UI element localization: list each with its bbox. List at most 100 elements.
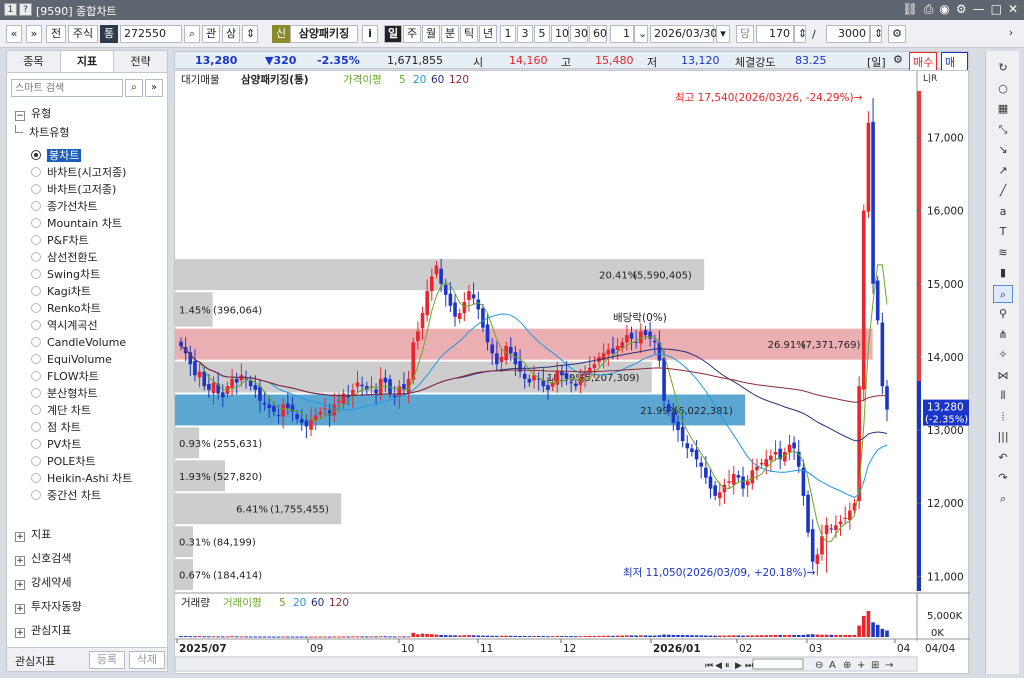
count-stepper-icon[interactable]: ⇕ xyxy=(794,25,807,43)
radio-icon[interactable] xyxy=(31,201,41,211)
bars-icon[interactable]: ⦀ xyxy=(993,387,1013,405)
radio-icon[interactable] xyxy=(31,303,41,313)
chart-type-option[interactable]: 바차트(고저종) xyxy=(31,181,165,198)
zoom-control-icon[interactable]: ⊕ xyxy=(843,660,851,671)
tab-strategy[interactable]: 전략 xyxy=(114,51,168,72)
trend-icon[interactable]: ⤡ xyxy=(993,121,1013,139)
refresh-icon[interactable]: ↻ xyxy=(993,59,1013,77)
pattern-icon[interactable]: ≋ xyxy=(993,244,1013,262)
help-icon[interactable]: ? xyxy=(19,3,32,16)
radio-icon[interactable] xyxy=(31,252,41,262)
minimize-icon[interactable]: — xyxy=(973,2,985,17)
chart-type-option[interactable]: P&F차트 xyxy=(31,232,165,249)
arrow-line-icon[interactable]: ↘ xyxy=(993,141,1013,159)
chart-type-option[interactable]: POLE차트 xyxy=(31,453,165,470)
subgroup-chart-type[interactable]: 차트유형 xyxy=(7,123,167,143)
radio-icon[interactable] xyxy=(31,422,41,432)
search-icon[interactable]: ⌕ xyxy=(184,25,200,43)
ray-icon[interactable]: ↗ xyxy=(993,162,1013,180)
info-button[interactable]: i xyxy=(362,25,378,43)
radio-icon[interactable] xyxy=(31,354,41,364)
circle-icon[interactable]: ○ xyxy=(993,80,1013,98)
count-input[interactable]: 170 xyxy=(756,25,794,43)
expand-icon[interactable]: + xyxy=(15,556,25,566)
zoom-control-icon[interactable]: A xyxy=(829,660,836,671)
zoom-control-icon[interactable]: ⊞ xyxy=(871,660,879,671)
period-day-tab[interactable]: 일 xyxy=(384,25,402,43)
radio-icon[interactable] xyxy=(31,150,41,160)
gear-icon[interactable]: ⚙ xyxy=(888,25,906,43)
line-icon[interactable]: ╱ xyxy=(993,182,1013,200)
market-all-button[interactable]: 전 xyxy=(46,25,66,43)
expand-icon[interactable]: + xyxy=(15,532,25,542)
radio-icon[interactable] xyxy=(31,167,41,177)
chart-type-option[interactable]: 중간선 차트 xyxy=(31,487,165,504)
minute-3-button[interactable]: 3 xyxy=(517,25,533,43)
zoom-control-icon[interactable]: → xyxy=(885,660,893,671)
playback-control-icon[interactable]: ⏸ xyxy=(725,661,730,671)
chart-icon[interactable]: ▦ xyxy=(993,100,1013,118)
chart-type-option[interactable]: 삼선전환도 xyxy=(31,249,165,266)
tab-indicators[interactable]: 지표 xyxy=(60,51,115,72)
chart-type-option[interactable]: Renko차트 xyxy=(31,300,165,317)
minute-1-button[interactable]: 1 xyxy=(500,25,516,43)
sang-button[interactable]: 상 xyxy=(222,25,240,43)
chart-type-option[interactable]: 점 차트 xyxy=(31,419,165,436)
playback-control-icon[interactable]: ⏭ xyxy=(745,661,753,671)
collapse-icon[interactable]: − xyxy=(15,111,25,121)
magnify-icon[interactable]: ⌕ xyxy=(993,490,1013,508)
chart-type-option[interactable]: EquiVolume xyxy=(31,351,165,368)
redo-icon[interactable]: ↷ xyxy=(993,469,1013,487)
chart-type-option[interactable]: CandleVolume xyxy=(31,334,165,351)
chart-type-option[interactable]: 역시계곡선 xyxy=(31,317,165,334)
section-header[interactable]: + 관심지표 xyxy=(7,621,167,641)
radio-icon[interactable] xyxy=(31,320,41,330)
fib-icon[interactable]: ⋔ xyxy=(993,326,1013,344)
cross-icon[interactable]: ✧ xyxy=(993,346,1013,364)
radio-icon[interactable] xyxy=(31,405,41,415)
buy-button[interactable]: 매수 xyxy=(909,52,938,72)
app-icon-1[interactable]: 1 xyxy=(4,3,17,16)
total-stepper-icon[interactable]: ⇕ xyxy=(870,25,883,43)
chart-type-option[interactable]: 분산형차트 xyxy=(31,385,165,402)
link-icon[interactable]: ⛓ xyxy=(903,2,918,17)
date-input[interactable]: 2026/03/30 xyxy=(650,25,717,43)
chart-panel[interactable]: 20.41% (5,590,405) 1.45% (396,064) 26.91% (7,… xyxy=(174,70,970,674)
search-dropdown-icon[interactable]: » xyxy=(145,79,163,97)
candle-icon[interactable]: ▮ xyxy=(993,264,1013,282)
chart-type-option[interactable]: Kagi차트 xyxy=(31,283,165,300)
expand-icon[interactable]: + xyxy=(15,580,25,590)
bars3-icon[interactable]: ||| xyxy=(993,428,1013,446)
register-button[interactable]: 등록 xyxy=(89,651,125,669)
radio-icon[interactable] xyxy=(31,269,41,279)
section-header[interactable]: + 신호검색 xyxy=(7,549,167,569)
playback-control-icon[interactable]: ⏮ xyxy=(705,661,713,671)
maximize-icon[interactable]: □ xyxy=(991,2,1002,17)
chart-type-option[interactable]: 종가선차트 xyxy=(31,198,165,215)
chart-type-option[interactable]: Heikin-Ashi 차트 xyxy=(31,470,165,487)
camera-icon[interactable]: ◉ xyxy=(939,2,949,17)
expand-icon[interactable]: › xyxy=(1004,25,1018,43)
period-year-tab[interactable]: 년 xyxy=(479,25,497,43)
radio-icon[interactable] xyxy=(31,490,41,500)
radio-icon[interactable] xyxy=(31,456,41,466)
fork-icon[interactable]: ⚲ xyxy=(993,305,1013,323)
total-input[interactable]: 3000 xyxy=(826,25,870,43)
interval-dropdown-icon[interactable]: ⌄ xyxy=(634,25,648,43)
period-week-tab[interactable]: 주 xyxy=(403,25,421,43)
stock-code-input[interactable]: 272550 xyxy=(120,25,182,43)
minute-30-button[interactable]: 30 xyxy=(570,25,588,43)
stock-type-button[interactable]: 주식 xyxy=(68,25,98,43)
close-icon[interactable]: ✕ xyxy=(1008,2,1018,17)
bars2-icon[interactable]: ⦙ xyxy=(993,408,1013,426)
section-header[interactable]: + 투자자동향 xyxy=(7,597,167,617)
section-header[interactable]: + 강세약세 xyxy=(7,573,167,593)
chart-type-option[interactable]: FLOW차트 xyxy=(31,368,165,385)
interval-input[interactable]: 1 xyxy=(610,25,634,43)
undo-icon[interactable]: ↶ xyxy=(993,449,1013,467)
chart-type-option[interactable]: 봉차트 xyxy=(31,147,165,164)
text-icon[interactable]: T xyxy=(993,223,1013,241)
zoom-control-icon[interactable]: + xyxy=(857,660,865,671)
print-icon[interactable]: ⎙ xyxy=(924,2,934,17)
auto-icon[interactable]: a xyxy=(993,203,1013,221)
